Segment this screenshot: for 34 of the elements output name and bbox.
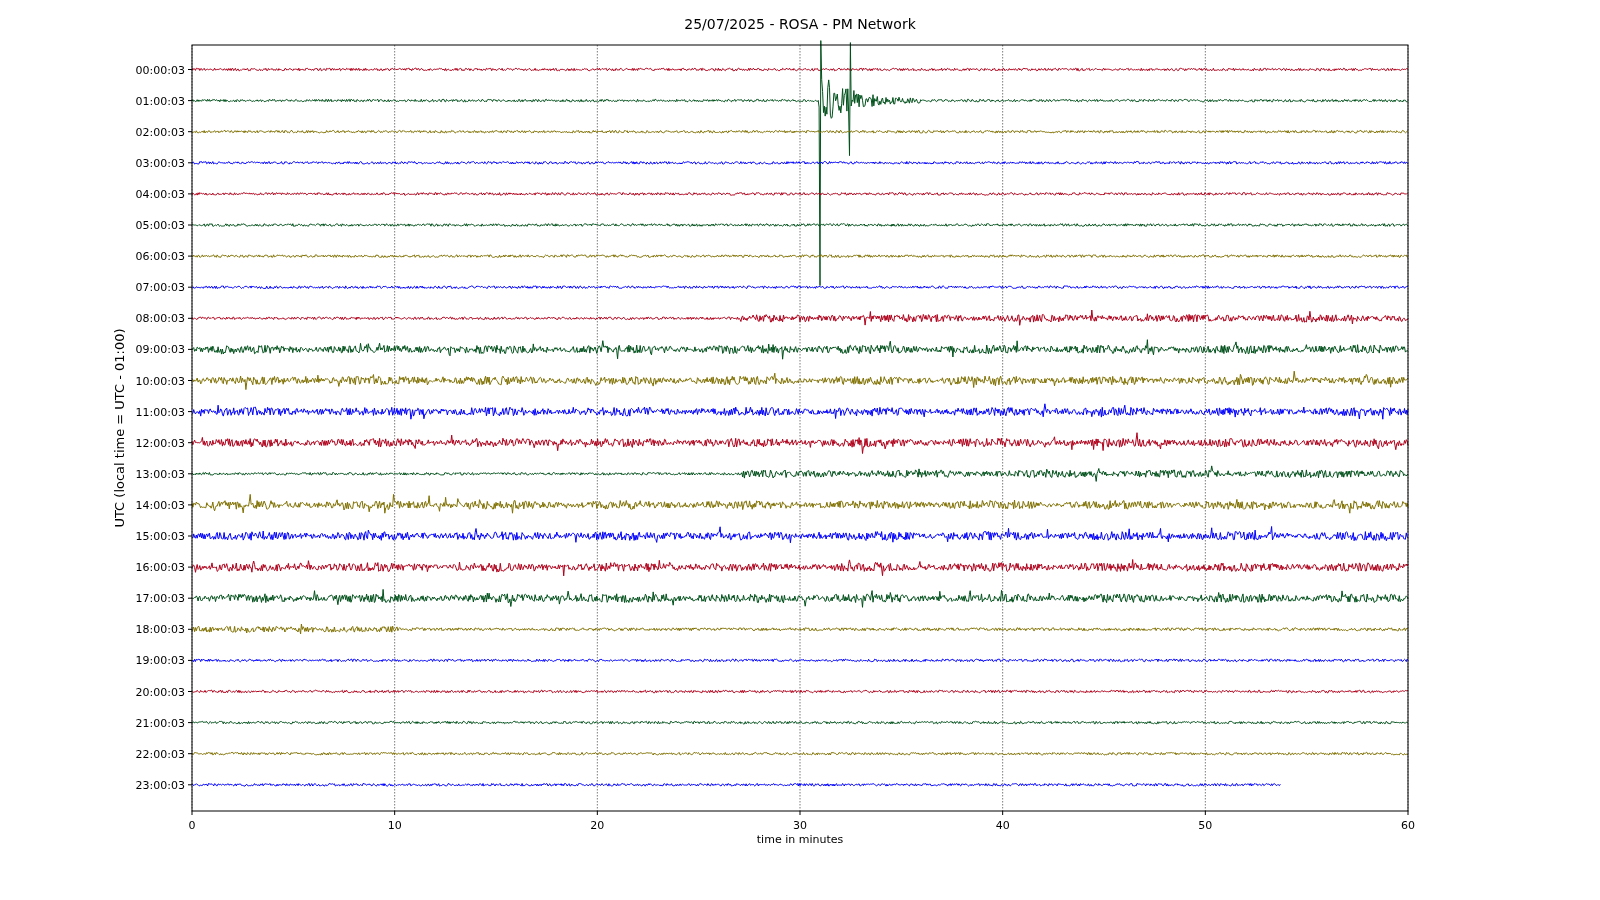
tick-label: 01:00:03	[135, 94, 185, 108]
x-axis-label: time in minutes	[756, 833, 844, 846]
tick-label: 12:00:03	[135, 436, 185, 450]
tick-label: 05:00:03	[135, 219, 185, 232]
tick-label: 18:00:03	[135, 623, 185, 637]
chart-title: 25/07/2025 - ROSA - PM Network	[684, 16, 916, 32]
tick-label: 07:00:03	[135, 281, 185, 295]
tick-label: 21:00:03	[135, 716, 185, 730]
tick-label: 00:00:03	[135, 63, 185, 77]
tick-label: 06:00:03	[135, 250, 185, 264]
y-axis-label: UTC (local time = UTC - 01:00)	[112, 328, 127, 528]
tick-label: 0	[188, 819, 196, 832]
tick-label: 20:00:03	[135, 685, 185, 699]
tick-label: 10:00:03	[135, 374, 185, 388]
tick-label: 10	[387, 819, 402, 832]
tick-label: 50	[1198, 819, 1213, 832]
tick-label: 09:00:03	[135, 343, 185, 357]
tick-label: 15:00:03	[135, 530, 185, 543]
tick-label: 16:00:03	[135, 561, 185, 575]
tick-label: 19:00:03	[135, 654, 185, 668]
tick-label: 40	[995, 819, 1010, 832]
tick-label: 22:00:03	[135, 747, 185, 761]
tick-label: 60	[1401, 819, 1415, 832]
tick-label: 11:00:03	[135, 405, 185, 419]
tick-label: 03:00:03	[135, 156, 185, 170]
tick-label: 23:00:03	[135, 778, 185, 792]
tick-label: 13:00:03	[135, 467, 185, 481]
tick-label: 08:00:03	[135, 312, 185, 326]
tick-label: 14:00:03	[135, 498, 185, 512]
tick-label: 04:00:03	[135, 187, 185, 201]
tick-label: 17:00:03	[135, 592, 185, 606]
tick-label: 02:00:03	[135, 125, 185, 139]
tick-label: 20	[590, 819, 605, 832]
tick-label: 30	[793, 819, 807, 832]
